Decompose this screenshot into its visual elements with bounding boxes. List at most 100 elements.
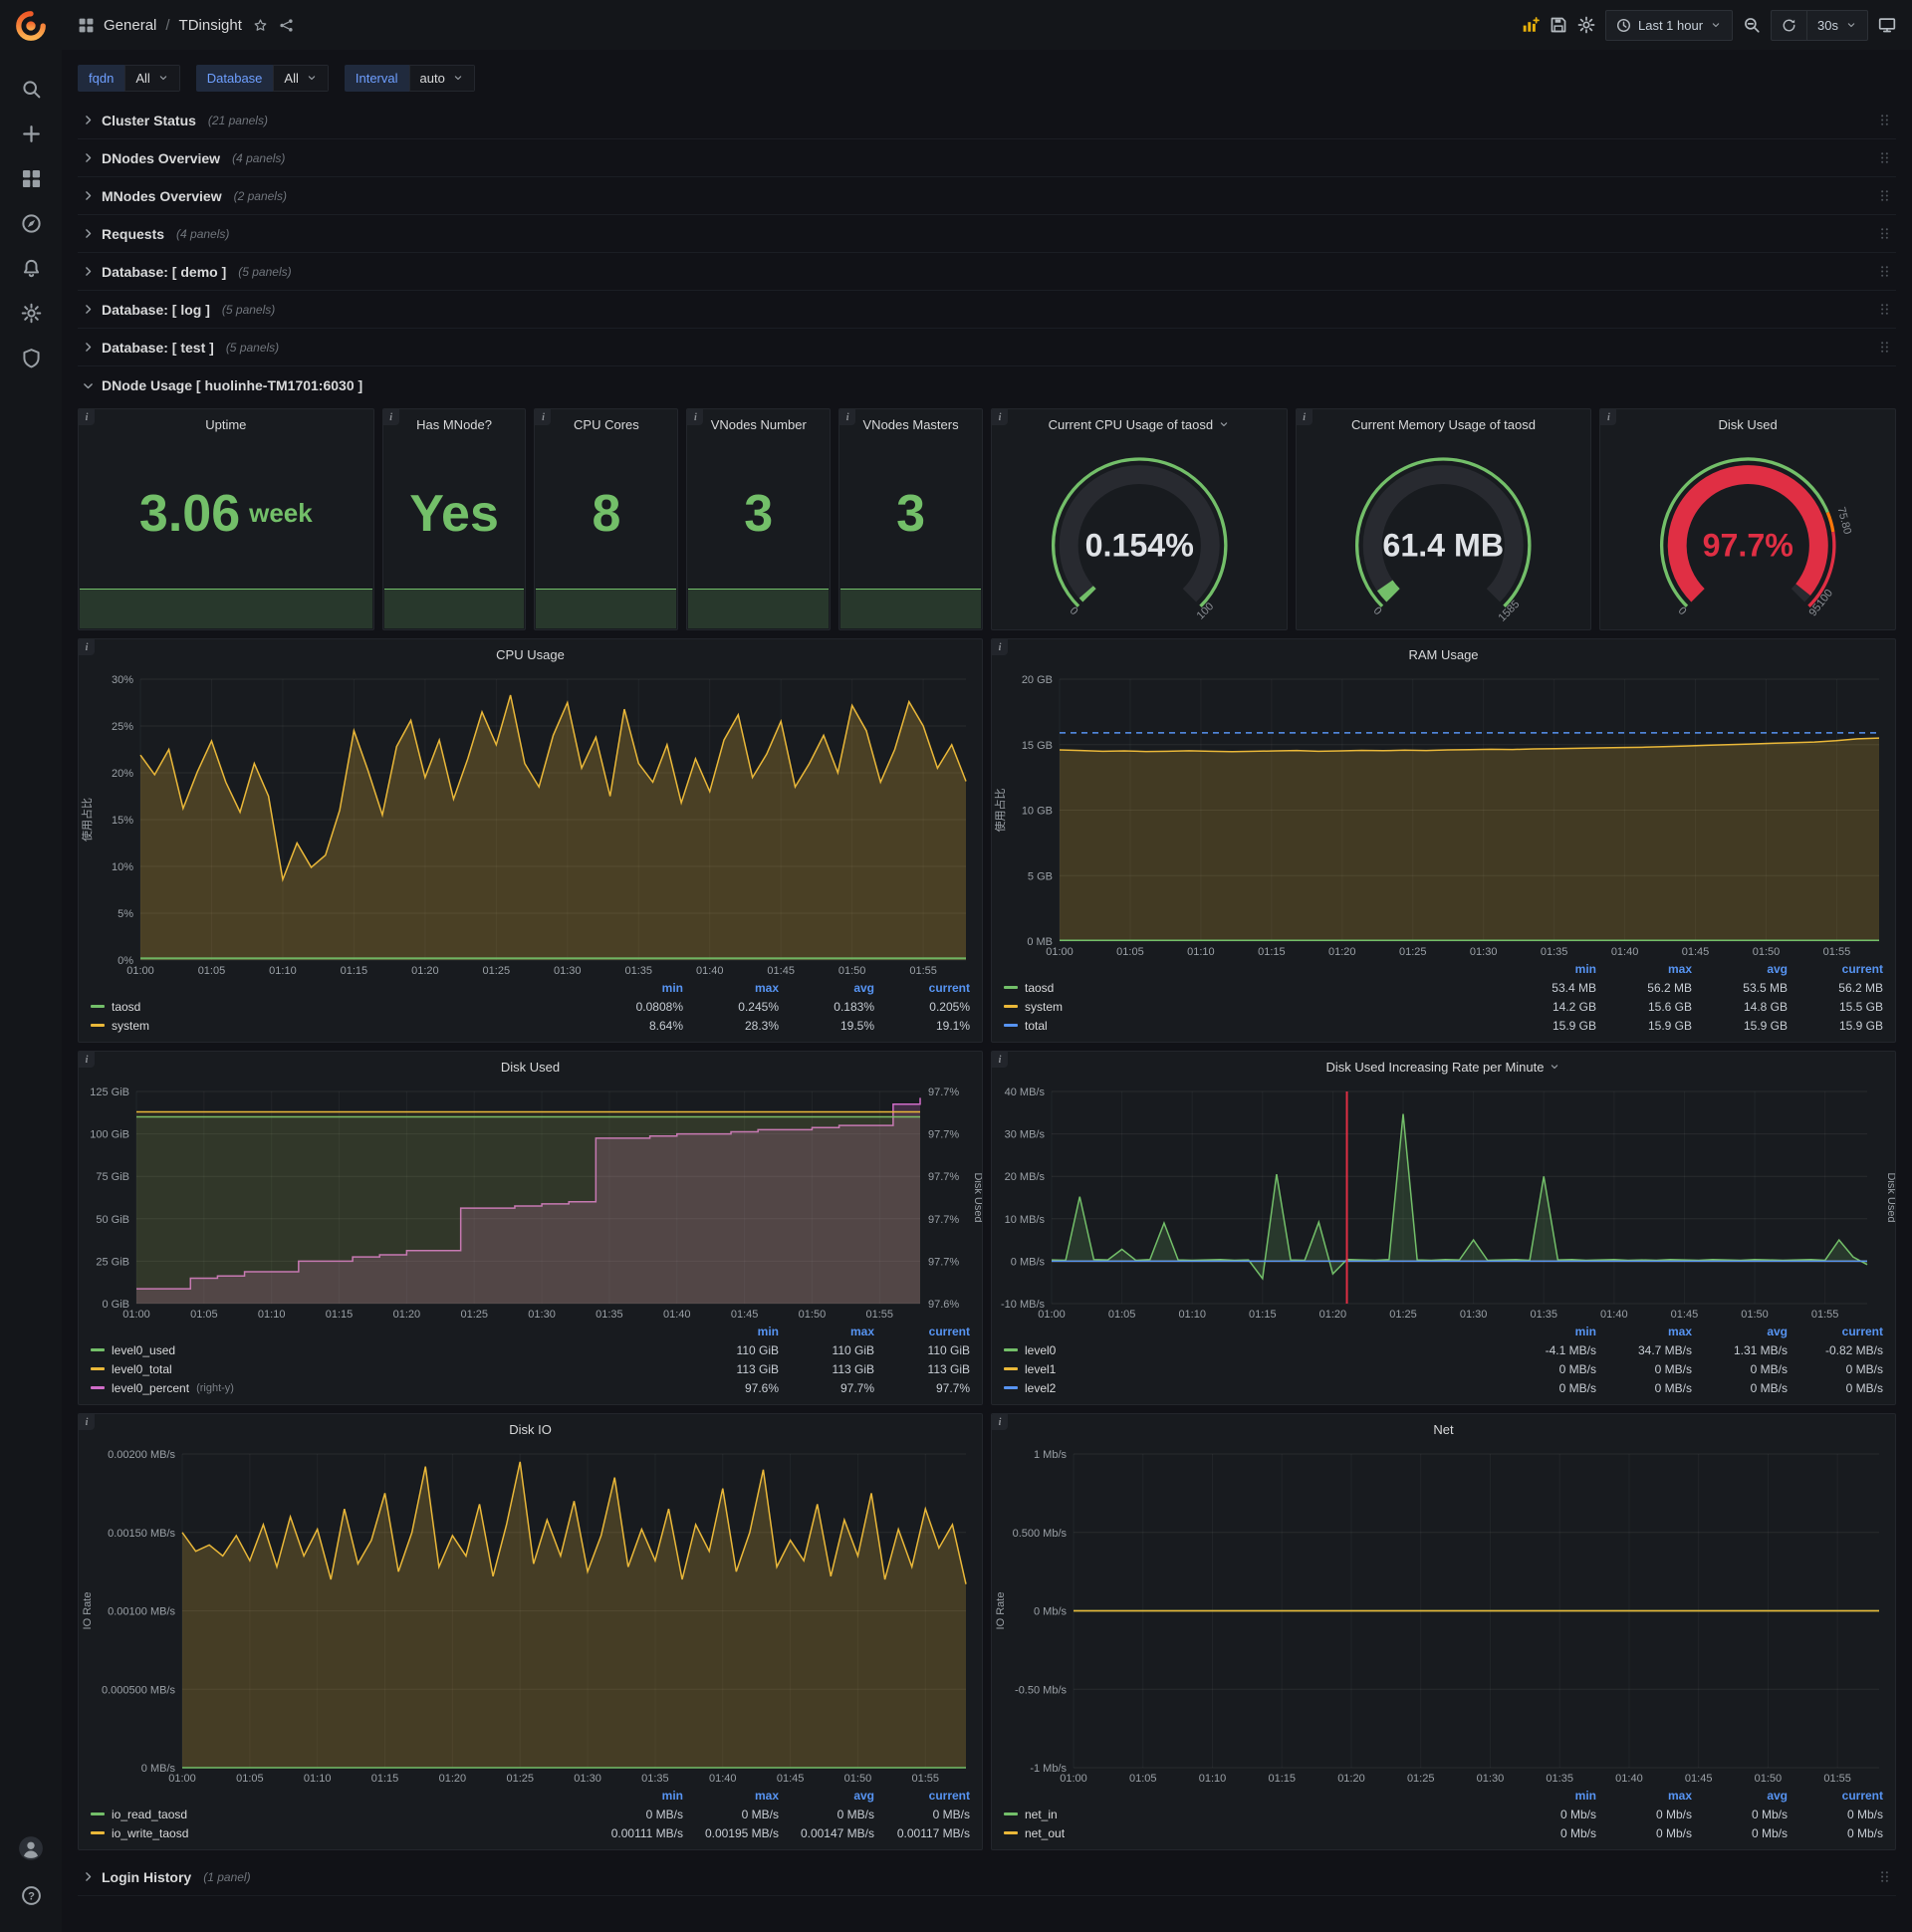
grafana-logo[interactable] (14, 9, 48, 43)
row-mnodes-overview[interactable]: MNodes Overview (2 panels) (78, 177, 1896, 215)
chart-plot-area[interactable]: -1 Mb/s -0.50 Mb/s 0 Mb/s 0.500 Mb/s 1 Mb/s 0… (992, 1444, 1895, 1786)
chart-plot-cpu[interactable]: 0%5%10%15%20%25%30%01:00 01:05 01:10 01:15 0… (79, 669, 982, 978)
variable-value-dropdown[interactable]: All (273, 64, 329, 92)
drag-handle-icon[interactable] (1877, 1868, 1892, 1885)
panel-title-stat-uptime[interactable]: Uptime (79, 409, 373, 439)
zoom-out-icon[interactable] (1743, 16, 1761, 34)
panel-title-chart-disk[interactable]: Disk Used (79, 1052, 982, 1082)
row-dnodes-overview[interactable]: DNodes Overview (4 panels) (78, 139, 1896, 177)
help-icon[interactable]: ? (21, 1885, 42, 1906)
time-range-picker[interactable]: Last 1 hour (1604, 9, 1734, 41)
add-panel-icon[interactable] (1522, 16, 1540, 34)
settings-icon[interactable] (21, 303, 42, 324)
legend-series-toggle[interactable]: system (1004, 1000, 1501, 1014)
chart-plot-ram[interactable]: 0 MB5 GB10 GB15 GB20 GB01:00 01:05 01:10 01… (992, 669, 1895, 959)
legend-header-row: min max avg current (1004, 1322, 1883, 1340)
panel-title-chart-cpu[interactable]: CPU Usage (79, 639, 982, 669)
legend-series-toggle[interactable]: taosd (1004, 981, 1501, 995)
legend-stat-value: 0 Mb/s (1846, 1825, 1883, 1840)
panel-title-gauge-disk-used[interactable]: Disk Used (1600, 409, 1895, 439)
drag-handle-icon[interactable] (1877, 149, 1892, 166)
panel-title-chart-diskrate[interactable]: Disk Used Increasing Rate per Minute (992, 1052, 1895, 1082)
chart-plot-area[interactable]: 0 GiB 25 GiB 50 GiB 75 GiB 100 GiB 125 GiB 01:… (79, 1082, 982, 1322)
legend-series-toggle[interactable]: level1 (1004, 1362, 1501, 1376)
drag-handle-icon[interactable] (1877, 263, 1892, 280)
legend-series-toggle[interactable]: system (91, 1019, 588, 1033)
drag-handle-icon[interactable] (1877, 301, 1892, 318)
drag-handle-icon[interactable] (1877, 187, 1892, 204)
variable-value-dropdown[interactable]: All (124, 64, 180, 92)
row-dnode-usage-huolinhe-tm1701-6030[interactable]: DNode Usage [ huolinhe-TM1701:6030 ] (78, 366, 1896, 404)
legend-series-toggle[interactable]: io_write_taosd (91, 1826, 588, 1840)
panel-title-gauge-current-memory-usage-of-taosd[interactable]: Current Memory Usage of taosd (1297, 409, 1591, 439)
gauge-value: 61.4 MB (1383, 528, 1505, 564)
panel-title-stat-cpu-cores[interactable]: CPU Cores (535, 409, 677, 439)
row-cluster-status[interactable]: Cluster Status (21 panels) (78, 102, 1896, 139)
chart-body: 0 GiB 25 GiB 50 GiB 75 GiB 100 GiB 125 GiB 01:… (79, 1082, 982, 1404)
svg-text:IO Rate: IO Rate (82, 1592, 94, 1630)
panel-title-stat-has-mnode[interactable]: Has MNode? (383, 409, 526, 439)
breadcrumb-section[interactable]: General (104, 17, 156, 34)
svg-text:01:40: 01:40 (709, 1773, 737, 1785)
chart-plot-diskrate[interactable]: -10 MB/s0 MB/s10 MB/s20 MB/s30 MB/s40 MB… (992, 1082, 1895, 1322)
dashboards-icon[interactable] (21, 168, 42, 189)
stat-value: 8 (592, 484, 621, 543)
panel-title-gauge-current-cpu-usage-of-taosd[interactable]: Current CPU Usage of taosd (992, 409, 1287, 439)
legend-series-toggle[interactable]: level0_percent (right-y) (91, 1381, 683, 1395)
legend-series-toggle[interactable]: level0_used (91, 1343, 683, 1357)
legend-series-toggle[interactable]: io_read_taosd (91, 1808, 588, 1821)
variable-value-dropdown[interactable]: auto (408, 64, 475, 92)
chart-plot-area[interactable]: -10 MB/s 0 MB/s 10 MB/s 20 MB/s 30 MB/s 40 MB… (992, 1082, 1895, 1322)
chart-plot-disk[interactable]: 0 GiB25 GiB50 GiB75 GiB100 GiB125 GiB01:… (79, 1082, 982, 1322)
avatar-icon[interactable] (18, 1835, 44, 1861)
refresh-interval-dropdown[interactable]: 30s (1806, 9, 1868, 41)
legend-series-toggle[interactable]: total (1004, 1019, 1501, 1033)
panel-title-chart-ram[interactable]: RAM Usage (992, 639, 1895, 669)
row-database-demo[interactable]: Database: [ demo ] (5 panels) (78, 253, 1896, 291)
panel-title: Net (1433, 1421, 1454, 1437)
alerting-icon[interactable] (21, 258, 42, 279)
row-database-test[interactable]: Database: [ test ] (5 panels) (78, 329, 1896, 366)
search-icon[interactable] (21, 79, 42, 100)
legend-column-header: min (1574, 961, 1596, 976)
row-title: Database: [ demo ] (102, 263, 227, 280)
plus-icon[interactable] (21, 123, 42, 144)
variable-fqdn: fqdn All (78, 64, 180, 92)
variable-interval: Interval auto (344, 64, 475, 92)
star-icon[interactable] (253, 18, 268, 33)
drag-handle-icon[interactable] (1877, 225, 1892, 242)
panel-title-chart-net[interactable]: Net (992, 1414, 1895, 1444)
drag-handle-icon[interactable] (1877, 339, 1892, 356)
refresh-button[interactable] (1771, 9, 1807, 41)
legend-series-toggle[interactable]: taosd (91, 1000, 588, 1014)
legend-series-toggle[interactable]: level0 (1004, 1343, 1501, 1357)
monitor-icon[interactable] (1878, 16, 1896, 34)
breadcrumb-page[interactable]: TDinsight (179, 17, 242, 34)
explore-icon[interactable] (21, 213, 42, 234)
legend-column-header: avg (853, 980, 874, 995)
drag-handle-icon[interactable] (1877, 112, 1892, 128)
breadcrumb-separator: / (165, 16, 170, 34)
legend-series-toggle[interactable]: net_in (1004, 1808, 1501, 1821)
chart-plot-diskio[interactable]: 0 MB/s0.000500 MB/s0.00100 MB/s0.00150 M… (79, 1444, 982, 1786)
share-icon[interactable] (279, 18, 294, 33)
legend-series-toggle[interactable]: net_out (1004, 1826, 1501, 1840)
svg-text:0 Mb/s: 0 Mb/s (1034, 1606, 1068, 1618)
chart-plot-net[interactable]: -1 Mb/s-0.50 Mb/s0 Mb/s0.500 Mb/s1 Mb/s0… (992, 1444, 1895, 1786)
chart-plot-area[interactable]: 0 MB/s 0.000500 MB/s 0.00100 MB/s 0.00150 M… (79, 1444, 982, 1786)
settings-icon[interactable] (1577, 16, 1595, 34)
chart-plot-area[interactable]: 0% 5% 10% 15% 20% 25% 30% 01:00 01:05 01:10 01:15 0… (79, 669, 982, 978)
panel-title-stat-vnodes-number[interactable]: VNodes Number (687, 409, 830, 439)
legend-stat-value: 0 MB/s (1845, 1361, 1883, 1376)
panel-title-stat-vnodes-masters[interactable]: VNodes Masters (839, 409, 982, 439)
legend-column-header: min (661, 1788, 683, 1803)
legend-series-toggle[interactable]: level2 (1004, 1381, 1501, 1395)
chart-plot-area[interactable]: 0 MB 5 GB 10 GB 15 GB 20 GB 01:00 01:05 01:10 01… (992, 669, 1895, 959)
save-icon[interactable] (1550, 16, 1567, 34)
shield-icon[interactable] (21, 348, 42, 368)
row-database-log[interactable]: Database: [ log ] (5 panels) (78, 291, 1896, 329)
row-requests[interactable]: Requests (4 panels) (78, 215, 1896, 253)
panel-title-chart-diskio[interactable]: Disk IO (79, 1414, 982, 1444)
row-login-history[interactable]: Login History (1 panel) (78, 1858, 1896, 1896)
legend-series-toggle[interactable]: level0_total (91, 1362, 683, 1376)
